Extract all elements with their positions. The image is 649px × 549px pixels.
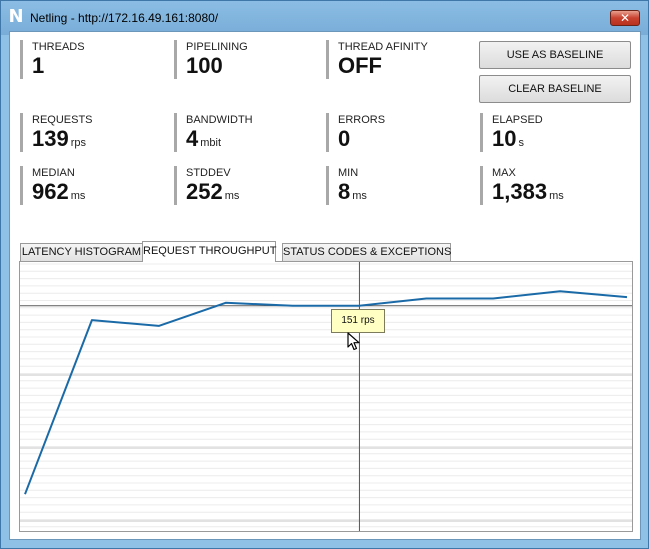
metric-label: MIN bbox=[338, 167, 359, 179]
metric-value: 0 bbox=[338, 127, 385, 151]
metric-min: MIN 8 ms bbox=[326, 166, 367, 205]
metric-threads: THREADS 1 bbox=[20, 40, 85, 79]
metric-number: 1 bbox=[32, 53, 45, 78]
metric-unit: mbit bbox=[200, 137, 222, 149]
metric-label: BANDWIDTH bbox=[186, 114, 253, 126]
request-throughput-chart[interactable] bbox=[19, 261, 633, 532]
metric-label: STDDEV bbox=[186, 167, 231, 179]
value-tooltip: 151 rps bbox=[331, 309, 385, 333]
main-content: THREADS 1 PIPELINING 100 THREAD AFINITY … bbox=[9, 31, 641, 540]
metric-label: REQUESTS bbox=[32, 114, 93, 126]
metric-value: 962 ms bbox=[32, 180, 85, 208]
metric-label: THREADS bbox=[32, 41, 85, 53]
metric-label: ERRORS bbox=[338, 114, 386, 126]
title-bar[interactable]: N Netling - http://172.16.49.161:8080/ ✕ bbox=[1, 1, 648, 35]
use-as-baseline-button[interactable]: USE AS BASELINE bbox=[479, 41, 631, 69]
metric-unit: ms bbox=[70, 190, 86, 202]
metric-number: 0 bbox=[338, 126, 351, 151]
metric-number: 139 bbox=[32, 126, 69, 151]
metric-unit: ms bbox=[224, 190, 240, 202]
metric-number: 10 bbox=[492, 126, 517, 151]
metric-value: 252 ms bbox=[186, 180, 239, 208]
tab-status-codes-exceptions[interactable]: STATUS CODES & EXCEPTIONS bbox=[282, 243, 451, 261]
metric-number: 1,383 bbox=[492, 179, 548, 204]
metric-max: MAX 1,383 ms bbox=[480, 166, 564, 205]
metric-value: OFF bbox=[338, 54, 428, 78]
metric-value: 8 ms bbox=[338, 180, 367, 208]
mouse-pointer-icon bbox=[347, 332, 360, 351]
metric-value: 1 bbox=[32, 54, 85, 78]
metric-stddev: STDDEV 252 ms bbox=[174, 166, 239, 205]
metric-label: MAX bbox=[492, 167, 516, 179]
netling-app-icon: N bbox=[8, 6, 24, 27]
metric-median: MEDIAN 962 ms bbox=[20, 166, 85, 205]
metric-label: MEDIAN bbox=[32, 167, 75, 179]
metric-elapsed: ELAPSED 10 s bbox=[480, 113, 543, 152]
metric-unit: s bbox=[518, 137, 524, 149]
throughput-series-line bbox=[24, 290, 628, 495]
metric-value: 1,383 ms bbox=[492, 180, 564, 208]
metric-number: OFF bbox=[338, 53, 382, 78]
metric-unit: rps bbox=[70, 137, 86, 149]
metric-value: 100 bbox=[186, 54, 248, 78]
metric-number: 4 bbox=[186, 126, 199, 151]
metric-errors: ERRORS 0 bbox=[326, 113, 385, 152]
metric-thread-affinity: THREAD AFINITY OFF bbox=[326, 40, 428, 79]
metric-unit: ms bbox=[549, 190, 564, 202]
metric-value: 139 rps bbox=[32, 127, 93, 155]
tab-latency-histogram[interactable]: LATENCY HISTOGRAM bbox=[20, 243, 143, 261]
metric-number: 100 bbox=[186, 53, 223, 78]
metric-unit: ms bbox=[352, 190, 367, 202]
metric-label: PIPELINING bbox=[186, 41, 248, 53]
metric-requests: REQUESTS 139 rps bbox=[20, 113, 93, 152]
metric-label: ELAPSED bbox=[492, 114, 543, 126]
clear-baseline-button[interactable]: CLEAR BASELINE bbox=[479, 75, 631, 103]
metric-value: 4 mbit bbox=[186, 127, 253, 155]
app-window: N Netling - http://172.16.49.161:8080/ ✕… bbox=[0, 0, 649, 549]
close-button[interactable]: ✕ bbox=[610, 10, 640, 26]
window-title: Netling - http://172.16.49.161:8080/ bbox=[30, 11, 219, 25]
tab-request-throughput[interactable]: REQUEST THROUGHPUT bbox=[142, 241, 276, 262]
metric-bandwidth: BANDWIDTH 4 mbit bbox=[174, 113, 253, 152]
metric-label: THREAD AFINITY bbox=[338, 41, 428, 53]
metric-value: 10 s bbox=[492, 127, 543, 155]
metric-number: 8 bbox=[338, 179, 351, 204]
metric-pipelining: PIPELINING 100 bbox=[174, 40, 248, 79]
metric-number: 962 bbox=[32, 179, 69, 204]
throughput-chart-svg bbox=[20, 262, 632, 531]
metric-number: 252 bbox=[186, 179, 223, 204]
